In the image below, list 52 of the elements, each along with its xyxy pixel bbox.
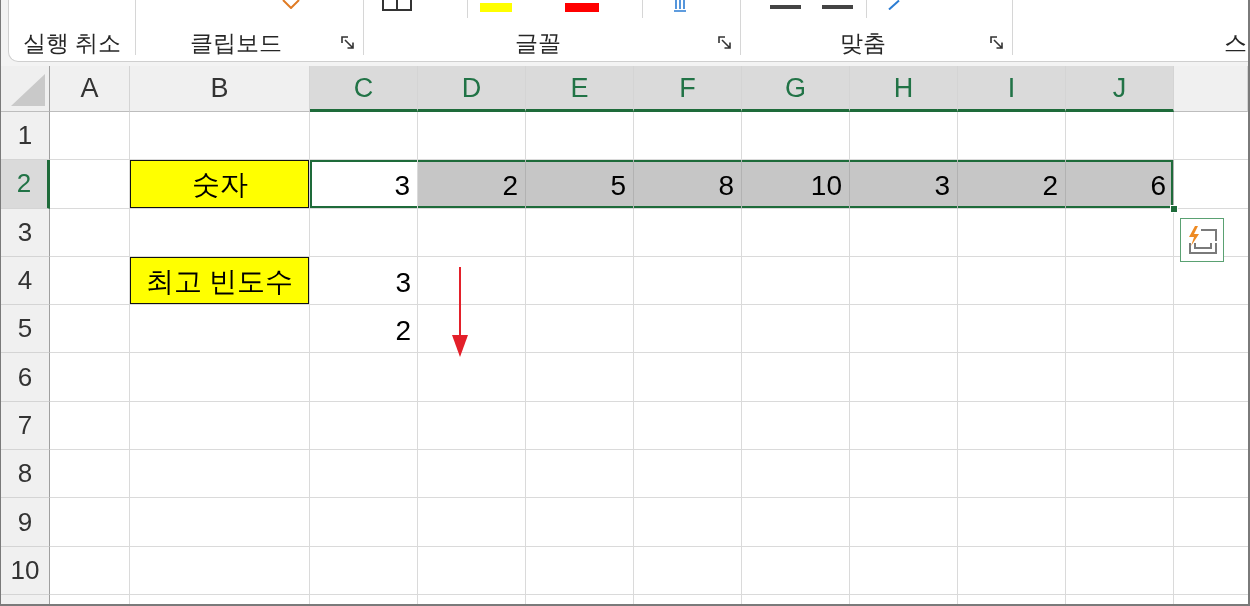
active-cell[interactable]: 3 [310, 160, 418, 209]
group-label: 클립보드 [188, 28, 283, 58]
row-header[interactable]: 10 [1, 546, 50, 595]
dialog-launcher-icon[interactable] [718, 36, 732, 50]
grid-box-icon[interactable] [382, 0, 412, 11]
column-header[interactable]: H [850, 66, 958, 112]
group-label: 글꼴 [514, 28, 562, 58]
column-header[interactable]: F [634, 66, 742, 112]
row-header[interactable]: 7 [1, 401, 50, 451]
row-header[interactable]: 1 [1, 112, 50, 161]
label-cell[interactable]: 최고 빈도수 [130, 256, 310, 306]
column-header[interactable]: J [1066, 66, 1174, 112]
dialog-launcher-icon[interactable] [990, 36, 1004, 50]
selected-cell[interactable]: 6 [1066, 160, 1174, 209]
dialog-launcher-icon[interactable] [341, 36, 355, 50]
label-cell[interactable]: 숫자 [130, 160, 310, 209]
row-header[interactable]: 9 [1, 498, 50, 547]
column-header[interactable] [1174, 66, 1248, 112]
diagonal-stroke-icon[interactable] [888, 0, 900, 10]
select-all-button[interactable] [1, 66, 50, 112]
chevron-icon[interactable] [282, 0, 300, 9]
column-header[interactable]: E [526, 66, 634, 112]
vertical-strokes-icon[interactable] [673, 0, 687, 12]
row-header[interactable]: 3 [1, 208, 50, 257]
highlight-swatch-icon[interactable] [480, 3, 512, 12]
lightning-tray-icon [1186, 224, 1218, 255]
column-header[interactable]: C [310, 66, 418, 112]
column-header[interactable]: D [418, 66, 526, 112]
column-header[interactable]: I [958, 66, 1066, 112]
selected-cell[interactable]: 2 [418, 160, 526, 209]
selected-cell[interactable]: 3 [850, 160, 958, 209]
row-header[interactable]: 4 [1, 256, 50, 306]
row-header[interactable]: 6 [1, 353, 50, 402]
number-value: 2 [395, 315, 411, 348]
column-header[interactable]: B [130, 66, 310, 112]
row-header[interactable]: 2 [1, 160, 50, 209]
row-header[interactable]: 5 [1, 305, 50, 354]
quick-analysis-button[interactable] [1180, 217, 1224, 262]
selected-cell[interactable]: 8 [634, 160, 742, 209]
number-value: 3 [395, 267, 411, 300]
selected-cell[interactable]: 2 [958, 160, 1066, 209]
group-label: 맞춤 [838, 28, 887, 58]
column-header[interactable]: A [50, 66, 130, 112]
column-header[interactable]: G [742, 66, 850, 112]
group-label: 실행 취소 [21, 28, 123, 58]
triangle-icon [11, 74, 45, 106]
font-color-swatch-icon[interactable] [565, 3, 599, 12]
group-label: 스 [1223, 28, 1248, 58]
selected-cell[interactable]: 5 [526, 160, 634, 209]
selected-cell[interactable]: 10 [742, 160, 850, 209]
fill-handle[interactable] [1170, 204, 1178, 213]
row-header[interactable]: 8 [1, 450, 50, 499]
